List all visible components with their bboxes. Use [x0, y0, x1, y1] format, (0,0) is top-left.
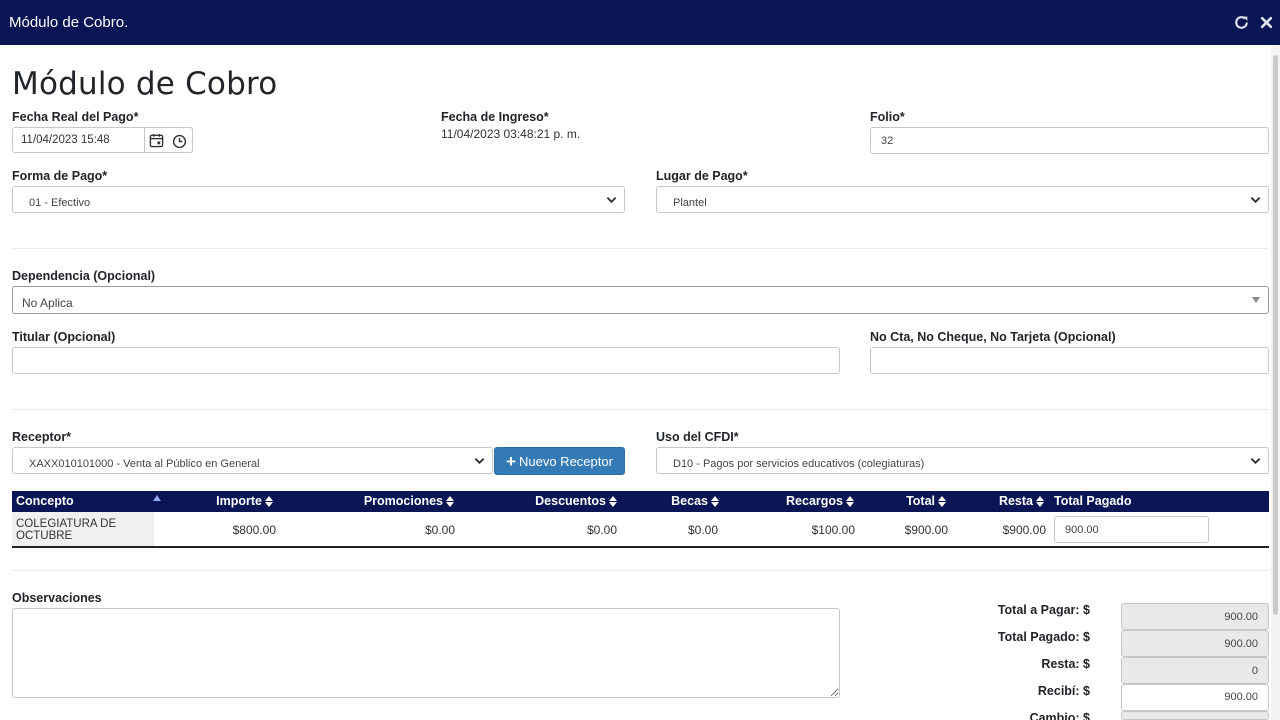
- divider: [12, 248, 1269, 249]
- cell-total: $900.00: [904, 523, 948, 537]
- cell-promociones: $0.00: [424, 523, 455, 537]
- cell-becas: $0.00: [687, 523, 718, 537]
- uso-cfdi-value: D10 - Pagos por servicios educativos (co…: [673, 458, 925, 470]
- col-concepto[interactable]: Concepto: [16, 494, 74, 508]
- fecha-ingreso-value: 11/04/2023 03:48:21 p. m.: [441, 127, 581, 141]
- col-recargos[interactable]: Recargos: [786, 494, 854, 508]
- total-pagado-value: 900.00: [1121, 630, 1269, 657]
- col-importe[interactable]: Importe: [216, 494, 273, 508]
- resta-label: Resta: $: [1041, 657, 1090, 671]
- sort-icon: [1036, 495, 1044, 507]
- sort-icon: [446, 495, 454, 507]
- window-titlebar: Módulo de Cobro.: [0, 0, 1280, 45]
- sort-icon: [265, 495, 273, 507]
- col-total[interactable]: Total: [906, 494, 946, 508]
- fecha-real-datetime-picker[interactable]: 11/04/2023 15:48: [12, 127, 193, 153]
- receptor-select[interactable]: XAXX010101000 - Venta al Público en Gene…: [12, 447, 493, 474]
- dependencia-value: No Aplica: [22, 296, 73, 310]
- refresh-icon[interactable]: [1230, 10, 1252, 34]
- receptor-value: XAXX010101000 - Venta al Público en Gene…: [29, 458, 260, 470]
- nuevo-receptor-button[interactable]: + Nuevo Receptor: [494, 447, 625, 475]
- cell-descuentos: $0.00: [586, 523, 617, 537]
- total-a-pagar-label: Total a Pagar: $: [997, 603, 1090, 617]
- receptor-label: Receptor*: [12, 430, 72, 444]
- chevron-down-icon: [1250, 458, 1261, 465]
- titular-label: Titular (Opcional): [12, 330, 116, 344]
- uso-cfdi-label: Uso del CFDI*: [656, 430, 739, 444]
- folio-input[interactable]: [870, 127, 1269, 154]
- observaciones-label: Observaciones: [12, 591, 102, 605]
- folio-label: Folio*: [870, 110, 905, 124]
- col-becas[interactable]: Becas: [671, 494, 719, 508]
- titular-input[interactable]: [12, 347, 840, 374]
- observaciones-textarea[interactable]: [12, 608, 840, 698]
- sort-asc-icon: [153, 495, 161, 501]
- scrollbar-thumb[interactable]: [1273, 55, 1278, 615]
- divider: [12, 409, 1269, 410]
- total-pagado-input[interactable]: [1054, 516, 1209, 543]
- vertical-scrollbar[interactable]: [1271, 45, 1280, 720]
- cambio-label: Cambio: $: [1029, 711, 1090, 720]
- col-resta[interactable]: Resta: [999, 494, 1044, 508]
- cell-concepto: COLEGIATURA DE OCTUBRE: [12, 512, 154, 546]
- concepts-grid-header: Concepto Importe Promociones Descuentos …: [12, 491, 1269, 512]
- window-title: Módulo de Cobro.: [9, 14, 129, 31]
- page-title: Módulo de Cobro: [12, 66, 278, 102]
- total-a-pagar-value: 900.00: [1121, 603, 1269, 630]
- no-cta-input[interactable]: [870, 347, 1269, 374]
- sort-icon: [846, 495, 854, 507]
- resta-value: 0: [1121, 657, 1269, 684]
- table-row[interactable]: COLEGIATURA DE OCTUBRE $800.00 $0.00 $0.…: [12, 512, 1269, 548]
- uso-cfdi-select[interactable]: D10 - Pagos por servicios educativos (co…: [656, 447, 1269, 474]
- forma-pago-select[interactable]: 01 - Efectivo: [12, 186, 625, 213]
- divider: [12, 570, 1269, 571]
- fecha-real-label: Fecha Real del Pago*: [12, 110, 139, 124]
- cell-recargos: $100.00: [811, 523, 855, 537]
- plus-icon: +: [506, 451, 516, 471]
- sort-icon: [938, 495, 946, 507]
- recibi-input[interactable]: [1121, 684, 1269, 711]
- cambio-value: [1121, 711, 1269, 720]
- lugar-pago-value: Plantel: [673, 197, 707, 209]
- col-promociones[interactable]: Promociones: [364, 494, 454, 508]
- lugar-pago-select[interactable]: Plantel: [656, 186, 1269, 213]
- lugar-pago-label: Lugar de Pago*: [656, 169, 748, 183]
- nuevo-receptor-label: Nuevo Receptor: [518, 453, 613, 469]
- col-total-pagado[interactable]: Total Pagado: [1054, 494, 1132, 508]
- chevron-down-icon: [474, 458, 485, 465]
- close-icon[interactable]: [1255, 10, 1277, 34]
- sort-icon: [711, 495, 719, 507]
- no-cta-label: No Cta, No Cheque, No Tarjeta (Opcional): [870, 330, 1116, 344]
- forma-pago-label: Forma de Pago*: [12, 169, 108, 183]
- forma-pago-value: 01 - Efectivo: [29, 197, 91, 209]
- fecha-ingreso-label: Fecha de Ingreso*: [441, 110, 549, 124]
- cell-importe: $800.00: [232, 523, 276, 537]
- col-descuentos[interactable]: Descuentos: [535, 494, 617, 508]
- recibi-label: Recibí: $: [1037, 684, 1090, 698]
- cell-resta: $900.00: [1002, 523, 1046, 537]
- sort-icon: [609, 495, 617, 507]
- fecha-real-value[interactable]: 11/04/2023 15:48: [21, 134, 110, 146]
- dropdown-arrow-icon: [1252, 297, 1260, 303]
- calendar-icon[interactable]: [149, 133, 165, 149]
- total-pagado-label: Total Pagado: $: [997, 630, 1090, 644]
- dependencia-select[interactable]: No Aplica: [12, 286, 1269, 314]
- clock-icon[interactable]: [172, 134, 188, 150]
- dependencia-label: Dependencia (Opcional): [12, 269, 156, 283]
- chevron-down-icon: [606, 197, 617, 204]
- chevron-down-icon: [1250, 197, 1261, 204]
